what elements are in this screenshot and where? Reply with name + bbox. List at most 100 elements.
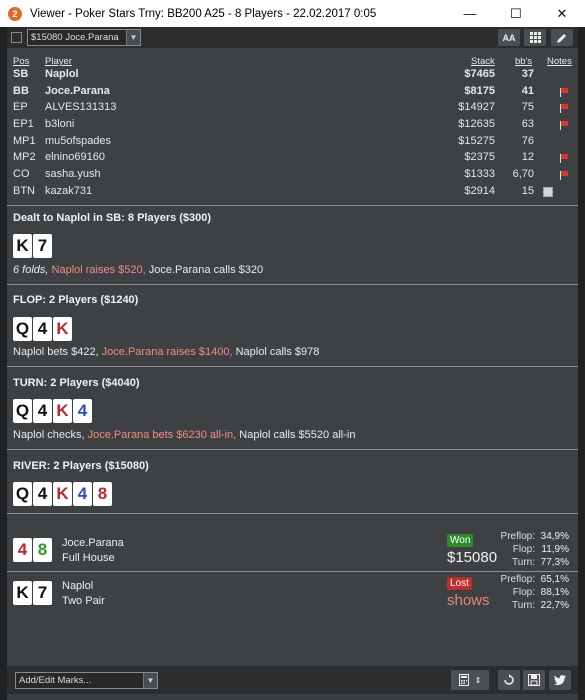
hand-history-panel: Pos Player Stack bb's Notes SB Naplol $7… xyxy=(7,48,578,666)
chevron-down-icon[interactable]: ▼ xyxy=(143,673,157,688)
calculator-icon xyxy=(458,674,469,686)
hole-cards: K 7 xyxy=(13,234,53,258)
grid-button[interactable] xyxy=(524,29,546,46)
replay-button[interactable] xyxy=(498,670,520,690)
replay-icon xyxy=(504,674,514,685)
showdown-cards: 4 8 xyxy=(13,538,53,562)
note-image-icon[interactable] xyxy=(543,187,553,197)
flop-title: FLOP: 2 Players ($1240) xyxy=(13,294,139,306)
card: 7 xyxy=(33,581,52,605)
equity-label: Flop: xyxy=(512,544,535,555)
divider xyxy=(7,571,578,572)
card: 7 xyxy=(33,234,52,258)
row-bbs: 63 xyxy=(521,118,534,130)
row-pos: MP1 xyxy=(13,135,36,147)
right-edge xyxy=(578,27,585,700)
spinner-icon[interactable]: ⇕ xyxy=(475,676,482,685)
maximize-button[interactable]: ☐ xyxy=(493,0,539,27)
row-player: b3loni xyxy=(45,118,75,130)
save-button[interactable] xyxy=(523,670,545,690)
header-pos[interactable]: Pos xyxy=(13,56,29,67)
row-stack: $2914 xyxy=(464,185,495,197)
table-row[interactable]: SB Naplol $7465 37 xyxy=(7,68,578,84)
marks-placeholder: Add/Edit Marks... xyxy=(19,675,92,686)
font-size-button[interactable]: AA xyxy=(498,29,520,46)
note-flag-icon[interactable] xyxy=(560,121,568,130)
row-stack: $7465 xyxy=(464,68,495,80)
equity-value: 77,3% xyxy=(540,557,569,568)
equity-value: 65,1% xyxy=(540,574,569,585)
flop-cards: Q 4 K xyxy=(13,317,73,341)
row-player: Naplol xyxy=(45,68,79,80)
pencil-icon xyxy=(557,33,566,43)
row-stack: $1333 xyxy=(464,168,495,180)
twitter-button[interactable] xyxy=(549,670,571,690)
table-row[interactable]: EP1 b3loni $12635 63 xyxy=(7,118,578,134)
row-player: elnino69160 xyxy=(45,151,105,163)
hand-select-value: $15080 Joce.Parana xyxy=(31,32,119,43)
turn-title: TURN: 2 Players ($4040) xyxy=(13,377,140,389)
divider xyxy=(7,205,578,206)
action-text: 6 folds, xyxy=(13,264,49,276)
chevron-down-icon[interactable]: ▼ xyxy=(126,30,140,45)
table-row[interactable]: CO sasha.yush $1333 6,70 xyxy=(7,168,578,184)
action-text: Joce.Parana calls $320 xyxy=(145,264,264,276)
card: Q xyxy=(13,399,32,423)
row-player: ALVES131313 xyxy=(45,101,117,113)
row-bbs: 41 xyxy=(521,85,534,97)
turn-cards: Q 4 K 4 xyxy=(13,399,93,423)
equity-label: Turn: xyxy=(512,600,535,611)
showdown-cards: K 7 xyxy=(13,581,53,605)
result-hand: Two Pair xyxy=(62,595,105,607)
card: K xyxy=(53,317,72,341)
row-pos: MP2 xyxy=(13,151,36,163)
row-pos: EP xyxy=(13,101,28,113)
row-pos: BTN xyxy=(13,185,35,197)
action-text: Naplol calls $978 xyxy=(232,346,320,358)
minimize-button[interactable]: — xyxy=(447,0,493,27)
lost-badge: Lost xyxy=(447,577,472,590)
close-button[interactable]: ✕ xyxy=(539,0,585,27)
note-flag-icon[interactable] xyxy=(560,88,568,97)
table-row[interactable]: BTN kazak731 $2914 15 xyxy=(7,185,578,201)
row-bbs: 12 xyxy=(521,151,534,163)
equity-label: Turn: xyxy=(512,557,535,568)
table-row[interactable]: EP ALVES131313 $14927 75 xyxy=(7,101,578,117)
divider xyxy=(7,366,578,367)
row-stack: $15275 xyxy=(458,135,495,147)
table-row[interactable]: MP1 mu5ofspades $15275 76 xyxy=(7,135,578,151)
card: 4 xyxy=(73,399,92,423)
table-row[interactable]: BB Joce.Parana $8175 41 xyxy=(7,85,578,101)
marks-dropdown[interactable]: Add/Edit Marks... ▼ xyxy=(15,672,158,689)
row-stack: $14927 xyxy=(458,101,495,113)
note-flag-icon[interactable] xyxy=(560,171,568,180)
table-row[interactable]: MP2 elnino69160 $2375 12 xyxy=(7,151,578,167)
card: 8 xyxy=(33,538,52,562)
flop-actions: Naplol bets $422, Joce.Parana raises $14… xyxy=(13,346,319,358)
header-notes[interactable]: Notes xyxy=(547,56,572,67)
equity-label: Preflop: xyxy=(500,574,535,585)
edit-button[interactable] xyxy=(551,29,573,46)
card: K xyxy=(53,482,72,506)
select-hand-checkbox[interactable] xyxy=(11,32,22,43)
preflop-actions: 6 folds, Naplol raises $520, Joce.Parana… xyxy=(13,264,263,276)
card: K xyxy=(13,581,32,605)
note-flag-icon[interactable] xyxy=(560,104,568,113)
hand-select-dropdown[interactable]: $15080 Joce.Parana ▼ xyxy=(27,29,141,46)
equity-value: 22,7% xyxy=(540,600,569,611)
twitter-icon xyxy=(554,675,566,685)
row-player: kazak731 xyxy=(45,185,93,197)
bottom-toolbar: Add/Edit Marks... ▼ ⇕ xyxy=(7,666,578,694)
note-flag-icon[interactable] xyxy=(560,154,568,163)
shows-label: shows xyxy=(447,592,490,609)
calculator-button[interactable]: ⇕ xyxy=(451,670,489,690)
equity-label: Flop: xyxy=(512,587,535,598)
action-text: Naplol raises $520, xyxy=(48,264,146,276)
result-player: Joce.Parana xyxy=(62,537,124,549)
header-bbs[interactable]: bb's xyxy=(515,56,532,67)
divider xyxy=(7,513,578,514)
header-stack[interactable]: Stack xyxy=(471,56,495,67)
result-player: Naplol xyxy=(62,580,94,592)
equity-label: Preflop: xyxy=(500,531,535,542)
header-player[interactable]: Player xyxy=(45,56,72,67)
